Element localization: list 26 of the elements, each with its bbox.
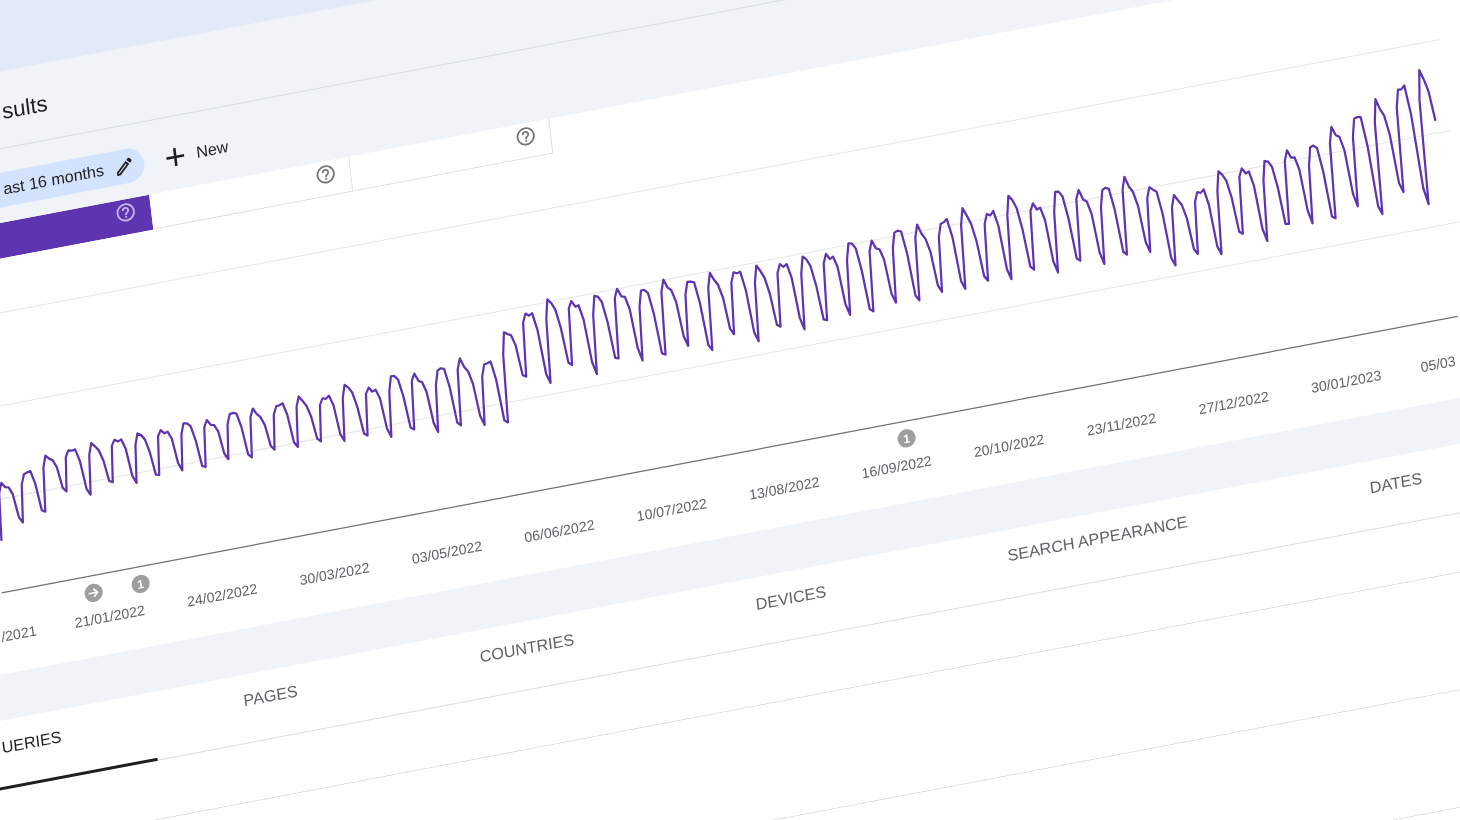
axis-label: 24/02/2022 [186, 580, 259, 610]
arrow-marker-icon[interactable] [84, 583, 103, 602]
axis-label: 20/10/2022 [973, 431, 1045, 461]
help-icon [516, 127, 535, 146]
help-icon [116, 203, 135, 222]
axis-label: 05/03 [1419, 352, 1457, 376]
new-filter-button[interactable]: New [163, 136, 230, 169]
pencil-icon [114, 157, 133, 177]
tab[interactable]: UERIES [0, 692, 158, 807]
tab[interactable]: PAGES [241, 681, 300, 712]
page-title: sults [0, 89, 50, 127]
axis-label: 10/07/2022 [635, 495, 708, 525]
axis-label: 30/01/2023 [1310, 366, 1383, 397]
tab[interactable]: DEVICES [753, 581, 828, 615]
axis-label: 30/03/2022 [298, 559, 371, 589]
plus-icon [164, 146, 185, 168]
axis-label: 13/08/2022 [748, 473, 821, 503]
axis-label: 06/06/2022 [523, 516, 596, 546]
tab[interactable]: DATES [1367, 468, 1424, 498]
axis-label: 03/05/2022 [411, 537, 483, 567]
axis-label: 27/12/2022 [1197, 388, 1270, 418]
help-icon [316, 165, 335, 184]
axis-label: 16/09/2022 [860, 452, 933, 482]
axis-label: /2021 [0, 622, 38, 645]
axis-label: 21/01/2022 [73, 601, 146, 631]
axis-label: 23/11/2022 [1085, 409, 1157, 439]
